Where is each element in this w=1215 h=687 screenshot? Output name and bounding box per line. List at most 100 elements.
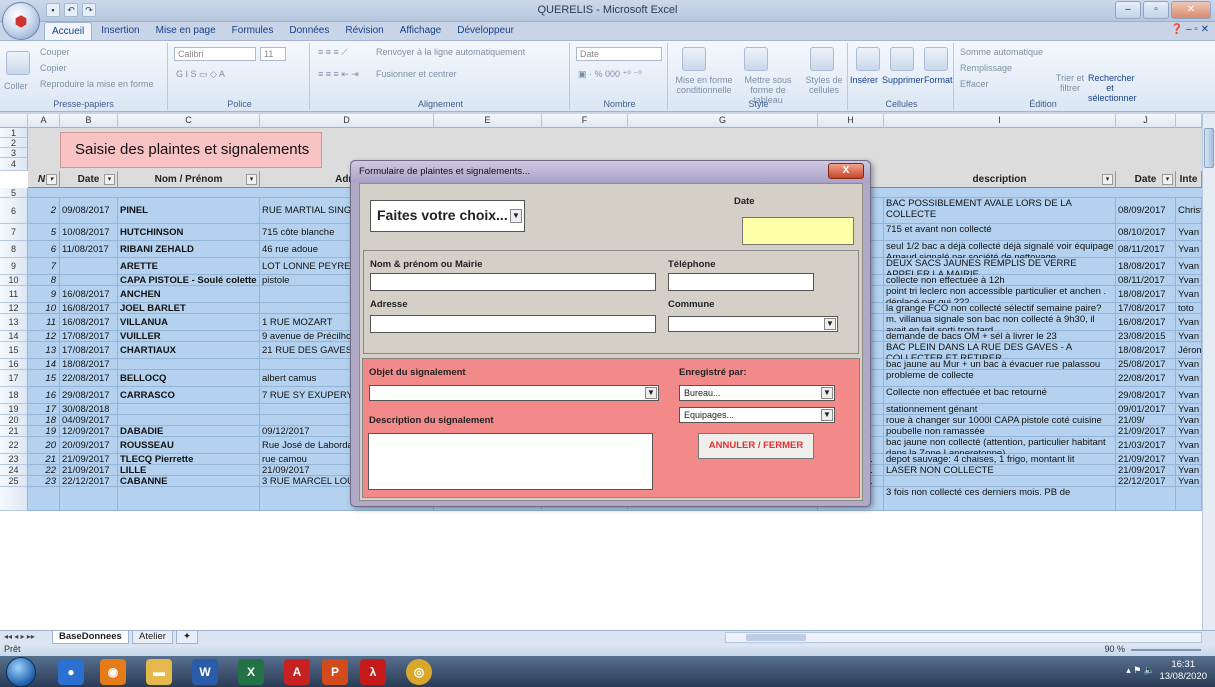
table-cell-i[interactable]: Yvan xyxy=(1176,331,1202,342)
row-header[interactable]: 11 xyxy=(0,286,28,303)
table-cell-i[interactable]: Yvan xyxy=(1176,437,1202,454)
table-cell-d2[interactable]: 29/08/2017 xyxy=(1116,387,1176,404)
table-cell-d2[interactable]: 21/09/2017 xyxy=(1116,465,1176,476)
table-cell-nom[interactable]: VILLANUA xyxy=(118,314,260,331)
row-header[interactable]: 20 xyxy=(0,415,28,426)
col-header-j[interactable]: J xyxy=(1116,114,1176,128)
table-cell-nom[interactable]: RIBANI ZEHALD xyxy=(118,241,260,258)
bureau-select[interactable]: Bureau... ▼ xyxy=(679,385,835,401)
tab-developpeur[interactable]: Développeur xyxy=(450,22,521,40)
table-cell-i[interactable]: Yvan xyxy=(1176,314,1202,331)
table-cell-desc[interactable]: collecte non effectuée à 12h xyxy=(884,275,1116,286)
col-header-c[interactable]: C xyxy=(118,114,260,128)
table-cell-i[interactable]: Christ xyxy=(1176,198,1202,224)
chevron-down-icon[interactable]: ▼ xyxy=(821,409,833,421)
folder-icon[interactable]: ▬ xyxy=(146,659,172,685)
table-cell-n[interactable]: 15 xyxy=(28,370,60,387)
table-cell-nom[interactable] xyxy=(118,404,260,415)
table-cell-n[interactable]: 16 xyxy=(28,387,60,404)
col-header-k[interactable] xyxy=(1176,114,1202,128)
table-cell-n[interactable]: 5 xyxy=(28,224,60,241)
sheet-nav-arrows[interactable]: ◂◂ ◂ ▸ ▸▸ xyxy=(4,632,35,641)
table-cell-i[interactable]: Yvan xyxy=(1176,275,1202,286)
table-cell-n[interactable]: 6 xyxy=(28,241,60,258)
horizontal-scrollbar[interactable] xyxy=(725,632,1202,643)
col-header-i[interactable]: I xyxy=(884,114,1116,128)
table-cell-n[interactable]: 19 xyxy=(28,426,60,437)
row-header[interactable]: 13 xyxy=(0,314,28,331)
sheet-tab-atelier[interactable]: Atelier xyxy=(132,631,173,644)
close-button[interactable]: ✕ xyxy=(1171,1,1211,19)
table-cell-d2[interactable]: 22/12/2017 xyxy=(1116,476,1176,487)
row-header[interactable]: 12 xyxy=(0,303,28,314)
cut-button[interactable]: Couper xyxy=(40,47,70,57)
table-cell-d2[interactable]: 08/11/2017 xyxy=(1116,275,1176,286)
table-cell-desc[interactable]: stationnement génant xyxy=(884,404,1116,415)
table-cell-nom[interactable]: CABANNE xyxy=(118,476,260,487)
font-name-select[interactable]: Calibri xyxy=(174,47,256,61)
row-header[interactable]: 2 xyxy=(0,138,28,148)
table-cell-n[interactable]: 20 xyxy=(28,437,60,454)
date-field[interactable] xyxy=(742,217,854,245)
table-cell-d2[interactable]: 25/08/2017 xyxy=(1116,359,1176,370)
row-header[interactable]: 24 xyxy=(0,465,28,476)
filter-dropdown-icon[interactable]: ▾ xyxy=(1162,174,1173,185)
table-cell-i[interactable]: Yvan xyxy=(1176,258,1202,275)
cell-styles-button[interactable]: Styles de cellules xyxy=(802,75,846,95)
table-cell-n[interactable]: 14 xyxy=(28,359,60,370)
table-cell-desc[interactable]: Collecte non effectuée et bac retourné xyxy=(884,387,1116,404)
table-cell-nom[interactable]: HUTCHINSON xyxy=(118,224,260,241)
table-cell-nom[interactable]: CARRASCO xyxy=(118,387,260,404)
row-header[interactable]: 17 xyxy=(0,370,28,387)
table-cell-date[interactable]: 18/08/2017 xyxy=(60,359,118,370)
row-header[interactable] xyxy=(0,487,28,511)
table-cell-date[interactable]: 29/08/2017 xyxy=(60,387,118,404)
table-cell-n[interactable]: 11 xyxy=(28,314,60,331)
table-cell-desc[interactable]: bac jaune au Mur + un bac à évacuer rue … xyxy=(884,359,1116,370)
col-header-a[interactable]: A xyxy=(28,114,60,128)
table-cell-nom[interactable]: CHARTIAUX xyxy=(118,342,260,359)
name-field[interactable] xyxy=(370,273,656,291)
table-cell-nom[interactable]: BELLOCQ xyxy=(118,370,260,387)
table-cell-nom[interactable]: ANCHEN xyxy=(118,286,260,303)
row-header[interactable]: 1 xyxy=(0,128,28,138)
dialog-close-button[interactable]: X xyxy=(828,163,864,179)
help-icon[interactable]: ❓ – ▫ ✕ xyxy=(1171,24,1209,35)
table-cell-i[interactable]: Yvan xyxy=(1176,370,1202,387)
fill-button[interactable]: Remplissage xyxy=(960,63,1012,73)
col-header-g[interactable]: G xyxy=(628,114,818,128)
conditional-format-icon[interactable] xyxy=(682,47,706,71)
table-cell-date[interactable]: 17/08/2017 xyxy=(60,342,118,359)
zoom-slider[interactable] xyxy=(1131,649,1201,651)
vertical-scrollbar[interactable] xyxy=(1202,114,1215,630)
table-cell-desc[interactable]: BAC POSSIBLEMENT AVALE LORS DE LA COLLEC… xyxy=(884,198,1116,224)
select-all-corner[interactable] xyxy=(0,114,28,128)
delete-button[interactable]: Supprimer xyxy=(882,75,924,85)
filter-dropdown-icon[interactable]: ▾ xyxy=(246,174,257,185)
table-cell-d2[interactable]: 21/09/2017 xyxy=(1116,426,1176,437)
format-painter-button[interactable]: Reproduire la mise en forme xyxy=(40,79,154,89)
paste-button[interactable]: Coller xyxy=(4,81,28,91)
table-cell-desc[interactable]: DEUX SACS JAUNES REMPLIS DE VERRE APPELE… xyxy=(884,258,1116,275)
description-field[interactable] xyxy=(368,433,653,490)
table-cell-d2[interactable]: 08/10/2017 xyxy=(1116,224,1176,241)
paste-icon[interactable] xyxy=(6,51,30,75)
tab-affichage[interactable]: Affichage xyxy=(393,22,449,40)
zoom-level[interactable]: 90 % xyxy=(1104,644,1125,654)
table-cell-d2[interactable]: 17/08/2017 xyxy=(1116,303,1176,314)
number-format-select[interactable]: Date xyxy=(576,47,662,61)
table-cell-nom[interactable]: DABADIE xyxy=(118,426,260,437)
row-header[interactable]: 4 xyxy=(0,158,28,171)
filter-dropdown-icon[interactable]: ▾ xyxy=(1102,174,1113,185)
table-cell-n[interactable]: 21 xyxy=(28,454,60,465)
insert-button[interactable]: Insérer xyxy=(850,75,878,85)
table-cell-d2[interactable]: 21/03/2017 xyxy=(1116,437,1176,454)
delete-cells-icon[interactable] xyxy=(890,47,914,71)
tab-mise-en-page[interactable]: Mise en page xyxy=(149,22,223,40)
table-cell-date[interactable] xyxy=(60,258,118,275)
insert-cells-icon[interactable] xyxy=(856,47,880,71)
table-cell-date[interactable]: 04/09/2017 xyxy=(60,415,118,426)
table-cell-desc[interactable]: BAC PLEIN DANS LA RUE DES GAVES - A COLL… xyxy=(884,342,1116,359)
tray-clock[interactable]: 16:31 13/08/2020 xyxy=(1159,659,1207,683)
tab-accueil[interactable]: Accueil xyxy=(44,22,93,40)
